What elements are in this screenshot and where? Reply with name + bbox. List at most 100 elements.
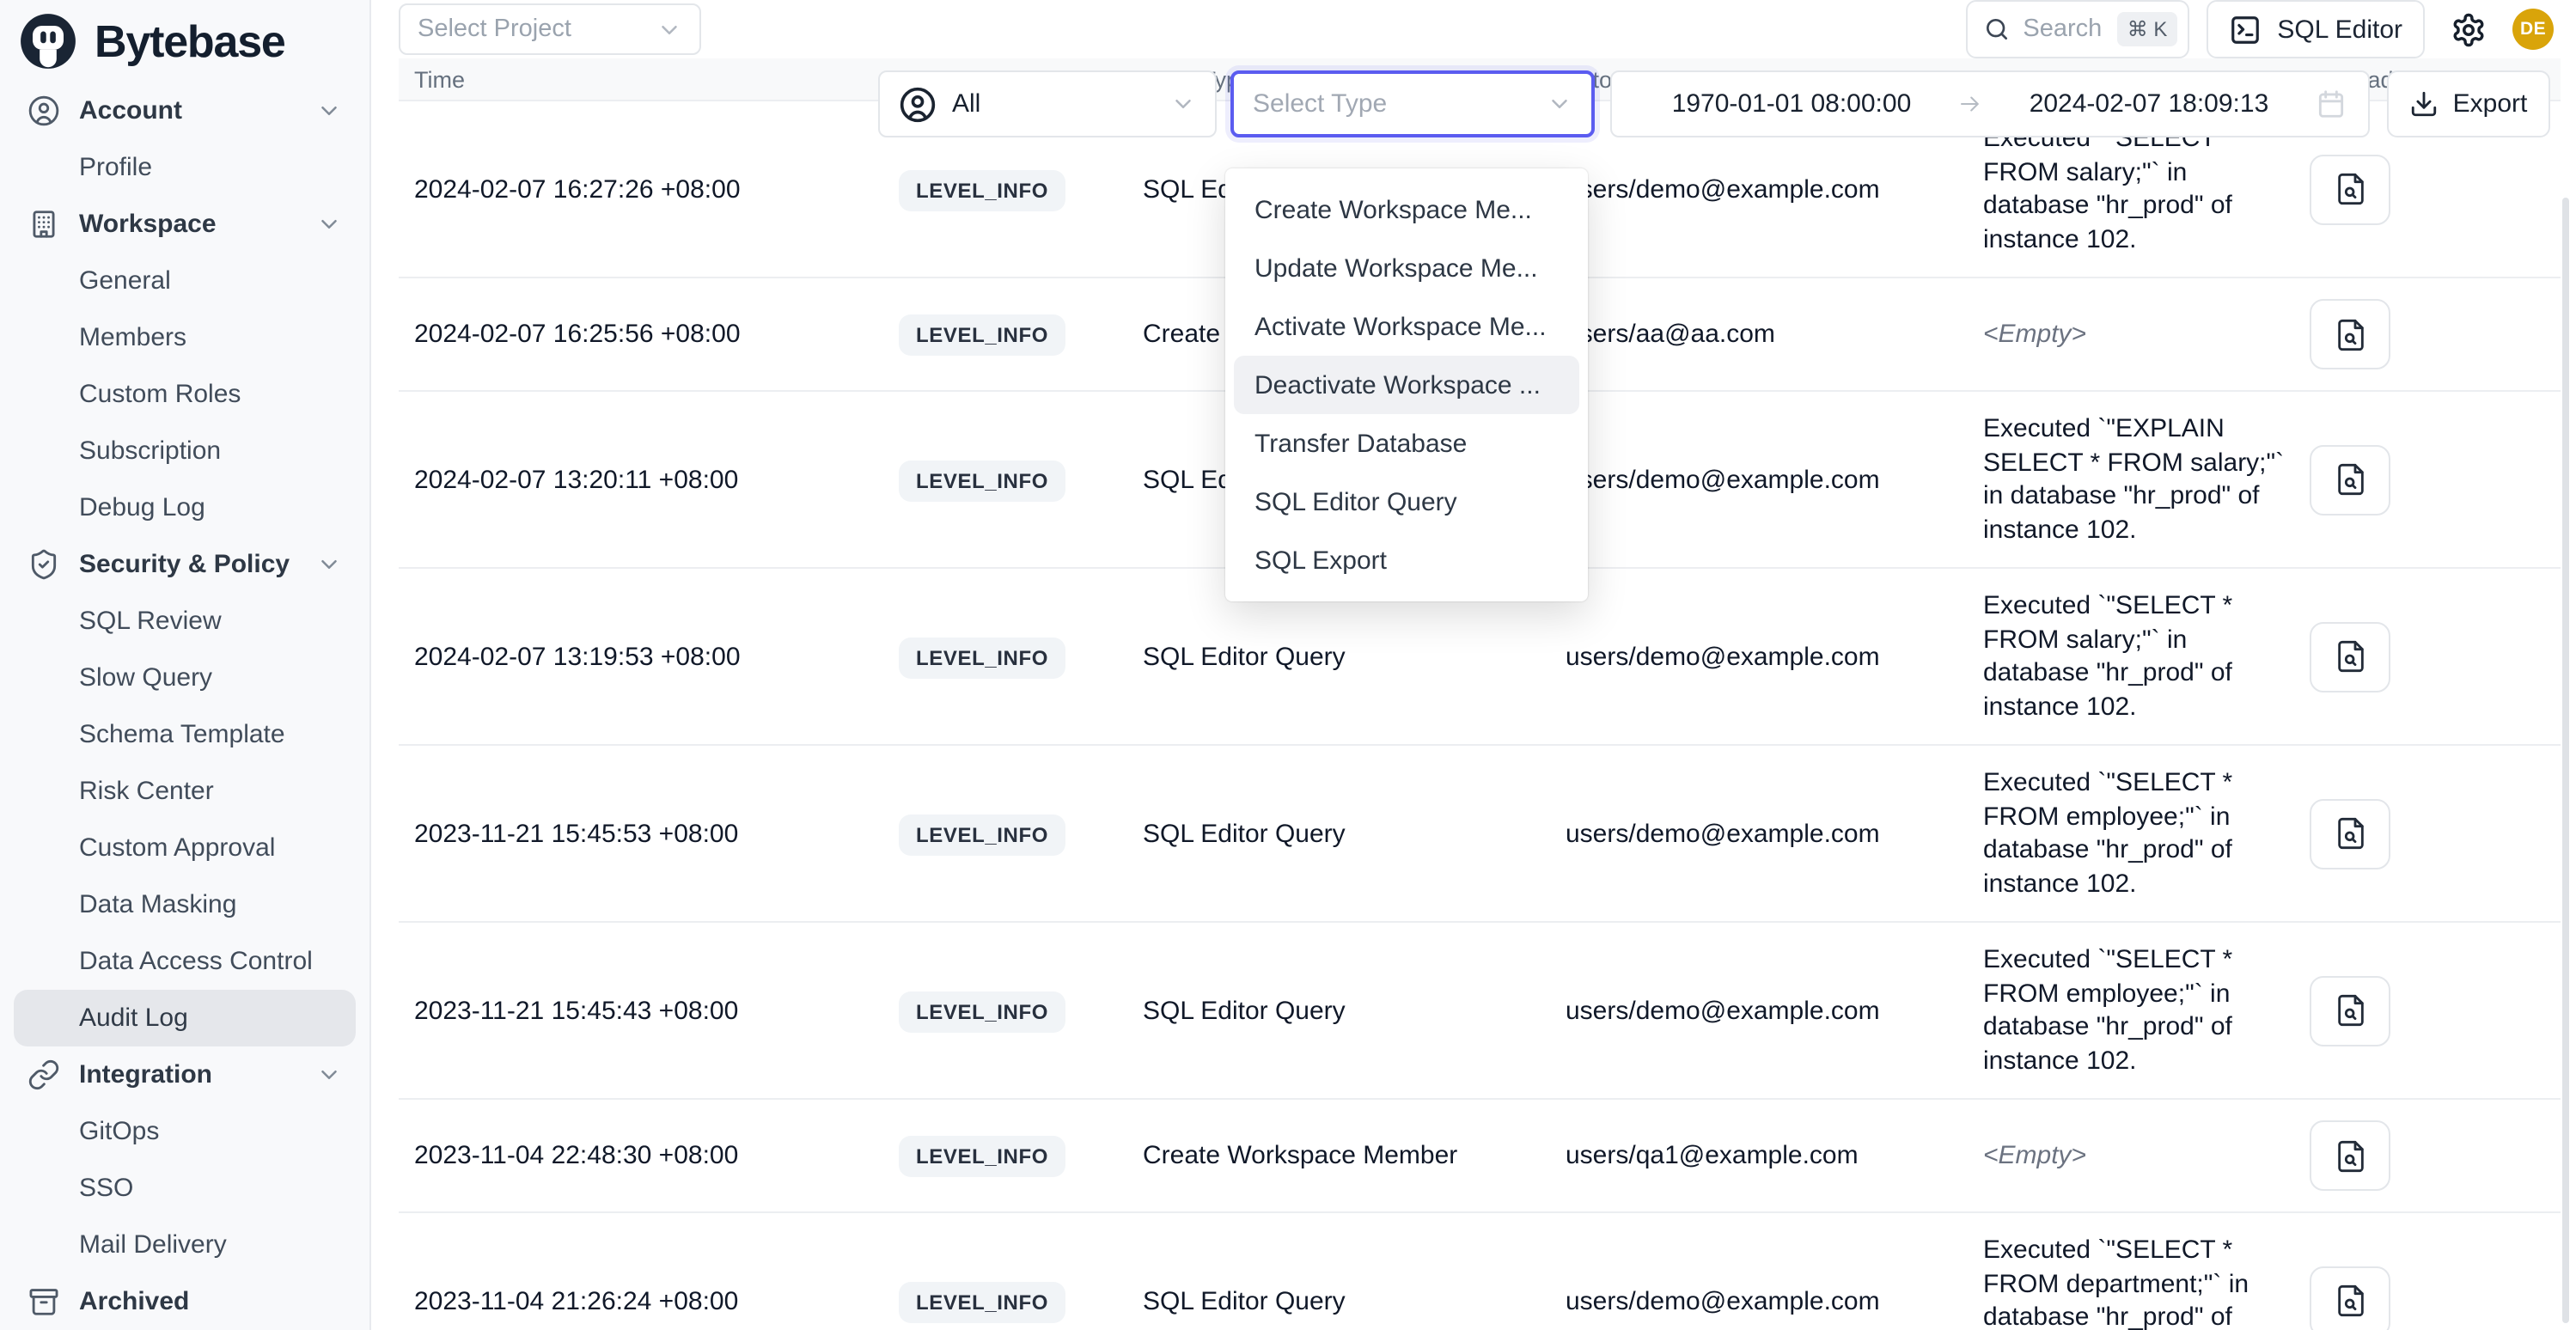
cell-audit-type: SQL Editor Query [1143, 819, 1566, 848]
chevron-down-icon [316, 98, 342, 124]
sidebar-item-audit-log[interactable]: Audit Log [14, 990, 356, 1046]
cell-actor: users/demo@example.com [1566, 1286, 1983, 1315]
cell-actor: users/demo@example.com [1566, 174, 1983, 204]
payload-view-button[interactable] [2310, 154, 2390, 224]
actor-filter-select[interactable]: All [878, 70, 1217, 137]
payload-view-button[interactable] [2310, 1266, 2390, 1330]
menu-item-sql-export[interactable]: SQL Export [1234, 531, 1579, 589]
project-select[interactable]: Select Project [399, 3, 701, 55]
sidebar-item-debug-log[interactable]: Debug Log [14, 479, 356, 536]
sidebar-item-general[interactable]: General [14, 253, 356, 309]
payload-view-button[interactable] [2310, 1120, 2390, 1191]
cell-audit-level: LEVEL_INFO [899, 642, 1143, 671]
sidebar-item-slow-query[interactable]: Slow Query [14, 650, 356, 706]
cell-comment: Executed `"SELECT * FROM department;"` i… [1983, 1234, 2310, 1330]
menu-item-deactivate-workspace[interactable]: Deactivate Workspace ... [1234, 356, 1579, 414]
cell-actor: users/demo@example.com [1566, 819, 1983, 848]
cell-comment: <Empty> [1983, 318, 2310, 351]
cell-actor: users/demo@example.com [1566, 996, 1983, 1025]
sidebar-item-schema-template[interactable]: Schema Template [14, 706, 356, 763]
project-select-placeholder: Select Project [418, 15, 571, 43]
cell-comment: Executed `"SELECT * FROM employee;"` in … [1983, 943, 2310, 1077]
table-row: 2023-11-21 15:45:53 +08:00LEVEL_INFOSQL … [399, 746, 2561, 923]
sidebar-item-profile[interactable]: Profile [14, 139, 356, 196]
audit-level-badge: LEVEL_INFO [899, 169, 1065, 210]
sidebar-group-account[interactable]: Account [14, 82, 356, 139]
sidebar-item-data-masking[interactable]: Data Masking [14, 876, 356, 933]
cell-time: 2024-02-07 13:19:53 +08:00 [414, 642, 899, 671]
settings-gear-icon[interactable] [2451, 11, 2487, 47]
chevron-down-icon [1547, 91, 1572, 117]
col-time: Time [414, 66, 899, 92]
cell-payload [2310, 621, 2561, 692]
avatar[interactable]: DE [2512, 9, 2554, 50]
type-filter-menu: Create Workspace Me...Update Workspace M… [1225, 168, 1588, 601]
vertical-scrollbar[interactable] [2562, 198, 2569, 1323]
cell-payload [2310, 1120, 2561, 1191]
sidebar-item-custom-approval[interactable]: Custom Approval [14, 820, 356, 876]
menu-item-sql-editor-query[interactable]: SQL Editor Query [1234, 473, 1579, 531]
cell-audit-level: LEVEL_INFO [899, 1286, 1143, 1315]
audit-level-badge: LEVEL_INFO [899, 314, 1065, 356]
cell-time: 2024-02-07 16:25:56 +08:00 [414, 320, 899, 349]
menu-item-transfer-database[interactable]: Transfer Database [1234, 414, 1579, 473]
cell-comment: Executed `"EXPLAIN SELECT * FROM salary;… [1983, 412, 2310, 546]
topbar: Select Project Search ⌘ K SQL Editor D [371, 0, 2576, 58]
cell-time: 2023-11-04 21:26:24 +08:00 [414, 1286, 899, 1315]
table-row: 2023-11-04 22:48:30 +08:00LEVEL_INFOCrea… [399, 1100, 2561, 1213]
sidebar-item-mail-delivery[interactable]: Mail Delivery [14, 1217, 356, 1273]
bytebase-logo-icon [17, 10, 79, 72]
audit-level-badge: LEVEL_INFO [899, 814, 1065, 855]
sidebar-nav: AccountProfileWorkspaceGeneralMembersCus… [0, 76, 369, 1330]
sidebar-item-data-access-control[interactable]: Data Access Control [14, 933, 356, 990]
cell-audit-level: LEVEL_INFO [899, 320, 1143, 349]
cell-audit-level: LEVEL_INFO [899, 1141, 1143, 1170]
cell-payload [2310, 444, 2561, 515]
sidebar-group-integration[interactable]: Integration [14, 1046, 356, 1103]
cell-audit-level: LEVEL_INFO [899, 996, 1143, 1025]
brand-name: Bytebase [95, 15, 285, 68]
audit-log-page: Bytebase AccountProfileWorkspaceGeneralM… [0, 0, 2576, 1330]
payload-view-button[interactable] [2310, 299, 2390, 369]
date-to-value[interactable]: 2024-02-07 18:09:13 [1990, 89, 2308, 119]
date-range-picker[interactable]: 1970-01-01 08:00:00 2024-02-07 18:09:13 [1610, 70, 2370, 137]
menu-item-create-workspace-me[interactable]: Create Workspace Me... [1234, 180, 1579, 239]
cell-audit-level: LEVEL_INFO [899, 465, 1143, 494]
cell-actor: users/demo@example.com [1566, 465, 1983, 494]
logo[interactable]: Bytebase [0, 0, 369, 76]
payload-view-button[interactable] [2310, 444, 2390, 515]
cell-time: 2023-11-04 22:48:30 +08:00 [414, 1141, 899, 1170]
menu-item-update-workspace-me[interactable]: Update Workspace Me... [1234, 239, 1579, 297]
sidebar-item-sql-review[interactable]: SQL Review [14, 593, 356, 650]
sidebar-item-custom-roles[interactable]: Custom Roles [14, 366, 356, 423]
payload-view-button[interactable] [2310, 798, 2390, 869]
sidebar-item-gitops[interactable]: GitOps [14, 1103, 356, 1160]
sidebar-group-workspace[interactable]: Workspace [14, 196, 356, 253]
payload-view-button[interactable] [2310, 621, 2390, 692]
menu-item-activate-workspace-me[interactable]: Activate Workspace Me... [1234, 297, 1579, 356]
cell-time: 2024-02-07 13:20:11 +08:00 [414, 465, 899, 494]
search-input[interactable]: Search ⌘ K [1966, 0, 2189, 58]
audit-level-badge: LEVEL_INFO [899, 991, 1065, 1032]
audit-level-badge: LEVEL_INFO [899, 1281, 1065, 1322]
sidebar-group-security-policy[interactable]: Security & Policy [14, 536, 356, 593]
search-shortcut-badge: ⌘ K [2117, 12, 2178, 46]
user-circle-icon [899, 85, 937, 123]
sql-editor-button[interactable]: SQL Editor [2207, 0, 2425, 58]
search-placeholder: Search [2023, 15, 2104, 43]
payload-view-button[interactable] [2310, 975, 2390, 1046]
search-icon [1983, 15, 2011, 43]
cell-comment: Executed `"SELECT * FROM salary;"` in da… [1983, 122, 2310, 256]
sidebar-item-risk-center[interactable]: Risk Center [14, 763, 356, 820]
sidebar-item-sso[interactable]: SSO [14, 1160, 356, 1217]
sidebar-item-subscription[interactable]: Subscription [14, 423, 356, 479]
cell-audit-type: SQL Editor Query [1143, 642, 1566, 671]
sidebar-group-archived[interactable]: Archived [14, 1273, 356, 1330]
sidebar-group-label: Archived [79, 1287, 189, 1316]
date-from-value[interactable]: 1970-01-01 08:00:00 [1633, 89, 1950, 119]
export-button[interactable]: Export [2387, 70, 2550, 137]
cell-comment: <Empty> [1983, 1139, 2310, 1173]
type-filter-select[interactable]: Select Type [1230, 70, 1595, 137]
audit-level-badge: LEVEL_INFO [899, 637, 1065, 678]
sidebar-item-members[interactable]: Members [14, 309, 356, 366]
